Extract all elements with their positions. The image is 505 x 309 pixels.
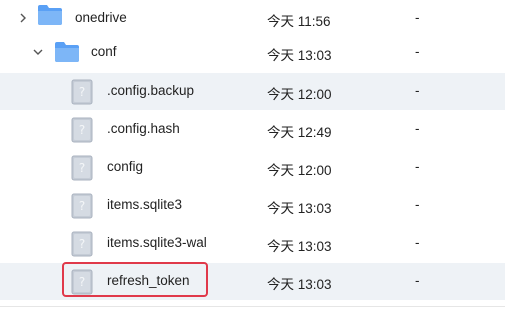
file-name: .config.backup — [107, 83, 195, 98]
list-item-config-backup[interactable]: ? .config.backup 今天 12:00 - — [0, 73, 505, 110]
list-item-conf[interactable]: conf 今天 13:03 - — [0, 34, 505, 71]
file-size: - — [415, 197, 420, 212]
file-size: - — [415, 10, 420, 25]
chevron-down-icon[interactable] — [32, 46, 44, 58]
file-name: config — [107, 159, 144, 174]
list-item-config-hash[interactable]: ? .config.hash 今天 12:49 - — [0, 111, 505, 148]
unknown-file-icon: ? — [71, 231, 93, 257]
list-item-onedrive[interactable]: onedrive 今天 11:56 - — [0, 0, 505, 37]
list-item-config[interactable]: ? config 今天 12:00 - — [0, 149, 505, 186]
file-name: onedrive — [75, 10, 127, 25]
file-size: - — [415, 121, 420, 136]
modified-date: 今天 13:03 — [267, 201, 332, 216]
modified-date: 今天 12:49 — [267, 125, 332, 140]
file-glyph: ? — [79, 237, 85, 251]
unknown-file-icon: ? — [71, 117, 93, 143]
modified-date: 今天 12:00 — [267, 87, 332, 102]
modified-date: 今天 13:03 — [267, 277, 332, 292]
list-item-items-sqlite3-wal[interactable]: ? items.sqlite3-wal 今天 13:03 - — [0, 225, 505, 262]
modified-date: 今天 12:00 — [267, 163, 332, 178]
file-glyph: ? — [79, 199, 85, 213]
unknown-file-icon: ? — [71, 193, 93, 219]
file-glyph: ? — [79, 123, 85, 137]
file-list: onedrive 今天 11:56 - conf 今天 13:03 - ? .c… — [0, 0, 505, 309]
divider — [0, 306, 505, 307]
file-glyph: ? — [79, 161, 85, 175]
folder-icon — [38, 5, 62, 25]
modified-date: 今天 13:03 — [267, 48, 332, 63]
file-size: - — [415, 273, 420, 288]
modified-date: 今天 13:03 — [267, 239, 332, 254]
folder-icon — [55, 42, 79, 62]
file-size: - — [415, 159, 420, 174]
highlight-box — [62, 262, 208, 297]
file-name: .config.hash — [107, 121, 180, 136]
file-glyph: ? — [79, 85, 85, 99]
file-name: items.sqlite3-wal — [107, 235, 207, 250]
file-name: items.sqlite3 — [107, 197, 183, 212]
modified-date: 今天 11:56 — [267, 14, 331, 29]
file-size: - — [415, 44, 420, 59]
unknown-file-icon: ? — [71, 155, 93, 181]
file-size: - — [415, 83, 420, 98]
unknown-file-icon: ? — [71, 79, 93, 105]
list-item-items-sqlite3[interactable]: ? items.sqlite3 今天 13:03 - — [0, 187, 505, 224]
file-name: conf — [91, 44, 117, 59]
file-size: - — [415, 235, 420, 250]
chevron-right-icon[interactable] — [17, 12, 29, 24]
